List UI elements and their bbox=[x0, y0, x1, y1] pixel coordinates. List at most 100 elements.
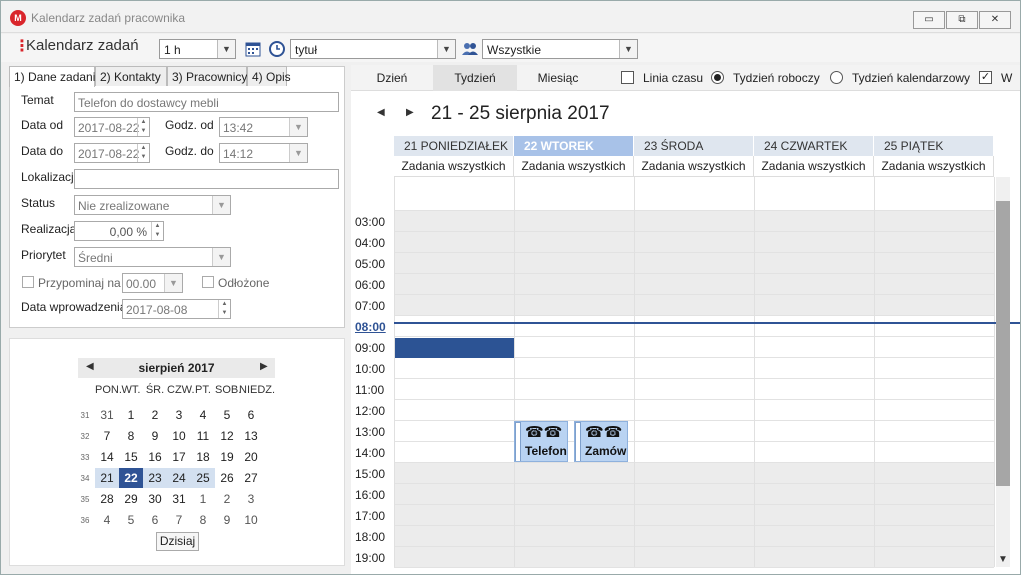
calendar-day[interactable]: 15 bbox=[119, 447, 143, 467]
calendar-day[interactable]: 18 bbox=[191, 447, 215, 467]
data-wprowadzenia-input[interactable]: 2017-08-08 ▲ ▼ bbox=[122, 299, 231, 319]
scrollbar-thumb[interactable] bbox=[996, 201, 1010, 486]
prev-week-icon[interactable]: ◀ bbox=[377, 107, 385, 118]
interval-select[interactable]: 1 h ▼ bbox=[159, 39, 236, 59]
clock-icon[interactable] bbox=[268, 40, 286, 58]
field-select[interactable]: tytuł ▼ bbox=[290, 39, 456, 59]
calendar-day[interactable]: 28 bbox=[95, 489, 119, 509]
tab-kontakty[interactable]: 2) Kontakty bbox=[95, 66, 167, 86]
appointment-telefon[interactable]: ☎☎ Telefon bbox=[514, 421, 568, 462]
calendar-day[interactable]: 10 bbox=[239, 510, 263, 530]
calendar-day[interactable]: 6 bbox=[143, 510, 167, 530]
godz-do-input[interactable]: 14:12 ▼ bbox=[219, 143, 308, 163]
hour-row[interactable] bbox=[394, 400, 994, 421]
hour-row[interactable] bbox=[394, 505, 994, 526]
calendar-day[interactable]: 23 bbox=[143, 468, 167, 488]
calendar-day[interactable]: 1 bbox=[191, 489, 215, 509]
day-header[interactable]: 25 PIĄTEK bbox=[874, 136, 994, 156]
calendar-day[interactable]: 24 bbox=[167, 468, 191, 488]
tab-month-view[interactable]: Miesiąc bbox=[517, 65, 599, 91]
tab-week-view[interactable]: Tydzień bbox=[433, 65, 517, 91]
workweek-radio[interactable] bbox=[711, 71, 724, 84]
hour-row[interactable] bbox=[394, 547, 994, 568]
all-day-strip[interactable] bbox=[394, 177, 994, 211]
minimize-button[interactable]: ▭ bbox=[913, 11, 945, 29]
hour-row[interactable] bbox=[394, 484, 994, 505]
tab-pracownicy[interactable]: 3) Pracownicy bbox=[167, 66, 247, 86]
hour-row[interactable] bbox=[394, 232, 994, 253]
tab-day-view[interactable]: Dzień bbox=[351, 65, 433, 91]
users-icon[interactable] bbox=[461, 40, 479, 58]
hour-row[interactable] bbox=[394, 421, 994, 442]
next-month-icon[interactable]: ▶ bbox=[260, 361, 268, 372]
calendar-day[interactable]: 11 bbox=[191, 426, 215, 446]
hour-row[interactable] bbox=[394, 442, 994, 463]
calendar-icon[interactable] bbox=[244, 40, 262, 58]
appointment-zamow[interactable]: ☎☎ Zamów bbox=[574, 421, 628, 462]
day-header[interactable]: 23 ŚRODA bbox=[634, 136, 754, 156]
calendar-day[interactable]: 3 bbox=[239, 489, 263, 509]
godz-od-input[interactable]: 13:42 ▼ bbox=[219, 117, 308, 137]
scroll-down-icon[interactable]: ▼ bbox=[996, 553, 1010, 567]
hour-row[interactable] bbox=[394, 463, 994, 484]
tab-dane-zadania[interactable]: 1) Dane zadania bbox=[9, 66, 102, 87]
hour-row[interactable] bbox=[394, 379, 994, 400]
next-week-icon[interactable]: ▶ bbox=[406, 107, 414, 118]
calendar-day[interactable]: 16 bbox=[143, 447, 167, 467]
calendar-day[interactable]: 10 bbox=[167, 426, 191, 446]
calendar-day[interactable]: 31 bbox=[167, 489, 191, 509]
data-do-input[interactable]: 2017-08-22 ▲ ▼ bbox=[74, 143, 150, 163]
spinner-icon[interactable]: ▲ ▼ bbox=[151, 222, 163, 240]
timeline-checkbox[interactable] bbox=[621, 71, 634, 84]
hour-row[interactable] bbox=[394, 526, 994, 547]
temat-input[interactable]: Telefon do dostawcy mebli bbox=[74, 92, 339, 112]
group-select[interactable]: Wszystkie ▼ bbox=[482, 39, 638, 59]
selected-time-slot[interactable] bbox=[395, 338, 514, 358]
calendar-day[interactable]: 12 bbox=[215, 426, 239, 446]
calendar-day[interactable]: 27 bbox=[239, 468, 263, 488]
tab-opis[interactable]: 4) Opis bbox=[247, 66, 291, 86]
restore-button[interactable]: ⧉ bbox=[946, 11, 978, 29]
calendar-day[interactable]: 3 bbox=[167, 405, 191, 425]
calweek-radio[interactable] bbox=[830, 71, 843, 84]
calendar-day[interactable]: 4 bbox=[191, 405, 215, 425]
hour-row[interactable] bbox=[394, 316, 994, 337]
spinner-icon[interactable]: ▲ ▼ bbox=[137, 118, 149, 136]
calendar-day[interactable]: 8 bbox=[119, 426, 143, 446]
hour-row[interactable] bbox=[394, 358, 994, 379]
today-button[interactable]: Dzisiaj bbox=[156, 532, 199, 551]
calendar-day[interactable]: 14 bbox=[95, 447, 119, 467]
calendar-day[interactable]: 5 bbox=[119, 510, 143, 530]
calendar-day[interactable]: 8 bbox=[191, 510, 215, 530]
calendar-day[interactable]: 26 bbox=[215, 468, 239, 488]
calendar-day[interactable]: 4 bbox=[95, 510, 119, 530]
calendar-day[interactable]: 6 bbox=[239, 405, 263, 425]
calendar-day[interactable]: 19 bbox=[215, 447, 239, 467]
hour-row[interactable] bbox=[394, 274, 994, 295]
calendar-day[interactable]: 13 bbox=[239, 426, 263, 446]
realizacja-input[interactable]: 0,00 % ▲ ▼ bbox=[74, 221, 164, 241]
calendar-day[interactable]: 5 bbox=[215, 405, 239, 425]
day-header[interactable]: 24 CZWARTEK bbox=[754, 136, 874, 156]
calendar-day[interactable]: 20 bbox=[239, 447, 263, 467]
calendar-day[interactable]: 9 bbox=[215, 510, 239, 530]
przypominaj-select[interactable]: 00.00 ▼ bbox=[122, 273, 183, 293]
hour-row[interactable] bbox=[394, 295, 994, 316]
calendar-day[interactable]: 1 bbox=[119, 405, 143, 425]
close-button[interactable]: ✕ bbox=[979, 11, 1011, 29]
calendar-day[interactable]: 7 bbox=[167, 510, 191, 530]
spinner-icon[interactable]: ▲ ▼ bbox=[218, 300, 230, 318]
hour-row[interactable] bbox=[394, 211, 994, 232]
day-header[interactable]: 21 PONIEDZIAŁEK bbox=[394, 136, 514, 156]
data-od-input[interactable]: 2017-08-22 ▲ ▼ bbox=[74, 117, 150, 137]
calendar-day[interactable]: 25 bbox=[191, 468, 215, 488]
day-header[interactable]: 22 WTOREK bbox=[514, 136, 634, 156]
calendar-day[interactable]: 21 bbox=[95, 468, 119, 488]
more-checkbox[interactable]: ✓ bbox=[979, 71, 992, 84]
odlozone-checkbox[interactable] bbox=[202, 276, 214, 288]
calendar-day[interactable]: 2 bbox=[143, 405, 167, 425]
calendar-day[interactable]: 9 bbox=[143, 426, 167, 446]
przypominaj-checkbox[interactable] bbox=[22, 276, 34, 288]
hour-row[interactable] bbox=[394, 253, 994, 274]
priorytet-select[interactable]: Średni ▼ bbox=[74, 247, 231, 267]
